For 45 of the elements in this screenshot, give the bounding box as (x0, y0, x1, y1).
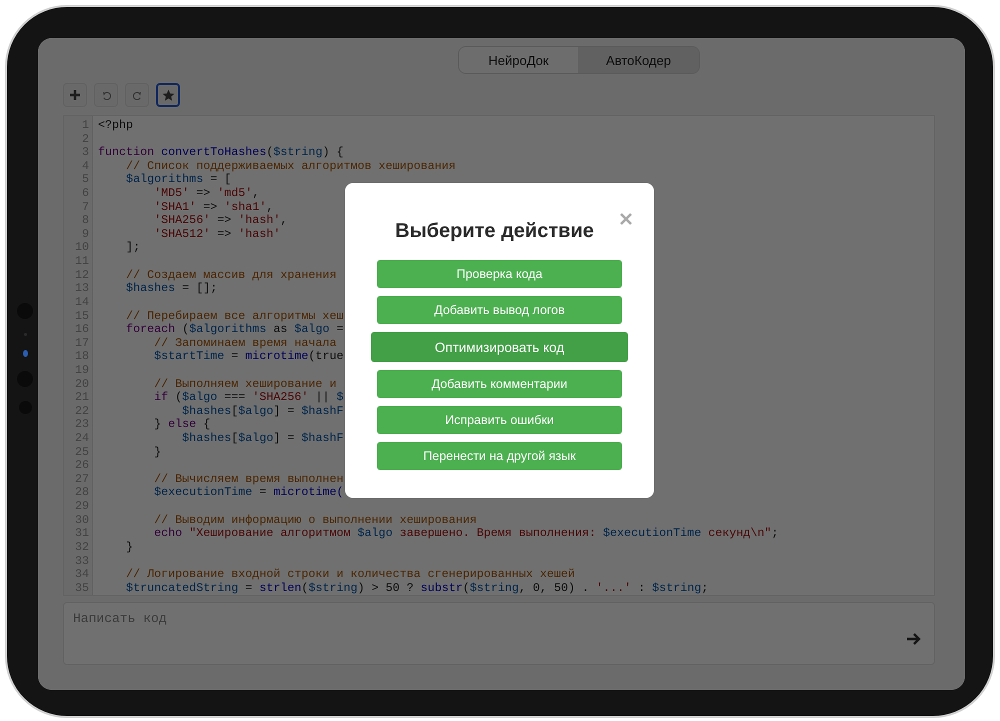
code-line: } else { (153, 417, 210, 432)
action-button[interactable]: Перенести на другой язык (377, 442, 622, 470)
redo-icon (132, 90, 142, 100)
code-line: // Создаем массив для хранения (125, 268, 336, 282)
code-line: $executionTime = microtime( (153, 485, 344, 500)
code-line: // Вычисляем время выполнен (153, 472, 344, 486)
plus-icon (70, 90, 80, 100)
code-line: } (153, 444, 162, 459)
code-line: $hashes = []; (125, 281, 218, 296)
code-line: ]; (125, 240, 140, 254)
code-line: 'SHA1' => 'sha1', (153, 200, 274, 214)
sensor-dot (22, 350, 28, 357)
action-button[interactable]: Исправить ошибки (377, 406, 622, 434)
action-button[interactable]: Проверка кода (377, 260, 622, 288)
code-line: $hashes[$algo] = $hashF (181, 431, 344, 446)
toolbar-button[interactable] (156, 83, 180, 107)
code-line: // Логирование входной строки и количества сгенерированных хешей (125, 567, 575, 582)
code-line: 'SHA512' => 'hash' (153, 226, 280, 241)
code-line: // Выводим информацию о выполнении хеширования (153, 512, 477, 527)
code-line: 'MD5' => 'md5', (153, 186, 260, 200)
tab[interactable]: НейроДок (459, 47, 579, 73)
tab[interactable]: АвтоКодер (579, 47, 699, 73)
code-line: $startTime = microtime(true (153, 349, 344, 364)
action-button[interactable]: Добавить вывод логов (377, 296, 622, 324)
code-line: $algorithms = [ (125, 172, 232, 186)
code-line: $truncatedString = strlen($string) > 50 ? substr($string, 0, 50) . '...' : $string; (125, 580, 708, 595)
dialog-title: Выберите действие (395, 220, 594, 243)
undo-icon (102, 90, 110, 100)
code-line: // Перебираем все алгоритмы хеш (125, 308, 344, 323)
code-line: // Выполняем хеширование и (153, 376, 336, 391)
close-icon[interactable] (620, 213, 632, 225)
code-line: 'SHA256' => 'hash', (153, 213, 288, 228)
code-line: function convertToHashes($string) { (98, 145, 344, 160)
code-line: $hashes[$algo] = $hashF (181, 404, 344, 418)
code-line: if ($algo === 'SHA256' || $ (153, 390, 344, 404)
star-icon (162, 88, 174, 102)
code-line: // Запоминаем время начала (153, 336, 336, 350)
code-line: foreach ($algorithms as $algo = (125, 322, 344, 336)
code-line: echo "Хеширование алгоритмом $algo завершено. Время выполнения: $executionTime секунд\n"; (153, 526, 778, 540)
code-line: <?php (98, 118, 134, 132)
code-line: } (125, 540, 134, 554)
action-button[interactable]: Оптимизировать код (371, 332, 628, 362)
code-line: // Список поддерживаемых алгоритмов хеширования (125, 158, 456, 173)
action-button[interactable]: Добавить комментарии (377, 370, 622, 398)
send-arrow-icon[interactable] (906, 632, 922, 646)
